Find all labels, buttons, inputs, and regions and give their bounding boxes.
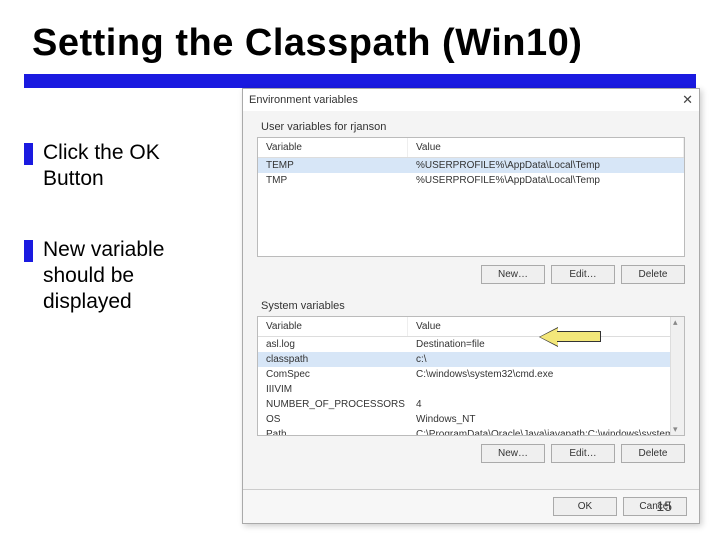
table-row[interactable]: TEMP %USERPROFILE%\AppData\Local\Temp <box>258 158 684 173</box>
scrollbar[interactable] <box>670 317 684 435</box>
table-row[interactable]: ComSpec C:\windows\system32\cmd.exe <box>258 367 684 382</box>
cancel-button[interactable]: Cancel <box>623 497 687 516</box>
col-variable[interactable]: Variable <box>258 317 408 336</box>
edit-button[interactable]: Edit… <box>551 265 615 284</box>
table-row[interactable]: classpath c:\ <box>258 352 684 367</box>
bullet-item: New variable should be displayed <box>24 237 224 316</box>
user-vars-table[interactable]: Variable Value TEMP %USERPROFILE%\AppDat… <box>257 137 685 257</box>
arrow-callout-icon <box>540 328 602 346</box>
table-header: Variable Value <box>258 138 684 158</box>
bullet-list: Click the OK Button New variable should … <box>24 140 224 359</box>
bullet-item: Click the OK Button <box>24 140 224 193</box>
close-icon[interactable]: ✕ <box>669 92 693 108</box>
table-row[interactable]: TMP %USERPROFILE%\AppData\Local\Temp <box>258 173 684 188</box>
dialog-title: Environment variables <box>249 94 358 106</box>
table-row[interactable]: OS Windows_NT <box>258 412 684 427</box>
table-row[interactable]: Path C:\ProgramData\Oracle\Java\javapath… <box>258 427 684 436</box>
slide-title: Setting the Classpath (Win10) <box>32 22 582 65</box>
table-row[interactable]: asl.log Destination=file <box>258 337 684 352</box>
bullet-mark-icon <box>24 143 33 165</box>
delete-button[interactable]: Delete <box>621 265 685 284</box>
edit-button[interactable]: Edit… <box>551 444 615 463</box>
title-part2: (Win10) <box>431 22 582 64</box>
dialog-titlebar: Environment variables ✕ <box>243 89 699 111</box>
title-part1: Setting the Classpath <box>32 22 431 64</box>
env-vars-dialog: Environment variables ✕ User variables f… <box>242 88 700 524</box>
new-button[interactable]: New… <box>481 265 545 284</box>
col-value[interactable]: Value <box>408 138 684 157</box>
bullet-text: New variable should be displayed <box>43 237 224 316</box>
delete-button[interactable]: Delete <box>621 444 685 463</box>
table-header: Variable Value <box>258 317 684 337</box>
col-variable[interactable]: Variable <box>258 138 408 157</box>
bullet-text: Click the OK Button <box>43 140 224 193</box>
page-number: 15 <box>656 498 672 514</box>
system-vars-table[interactable]: Variable Value asl.log Destination=file … <box>257 316 685 436</box>
ok-button[interactable]: OK <box>553 497 617 516</box>
new-button[interactable]: New… <box>481 444 545 463</box>
user-vars-label: User variables for rjanson <box>243 111 699 137</box>
system-buttons-row: New… Edit… Delete <box>243 444 685 463</box>
table-row[interactable]: NUMBER_OF_PROCESSORS 4 <box>258 397 684 412</box>
dialog-bottom-bar: OK Cancel <box>243 489 699 523</box>
user-buttons-row: New… Edit… Delete <box>243 265 685 284</box>
system-vars-label: System variables <box>243 290 699 316</box>
bullet-mark-icon <box>24 240 33 262</box>
title-underline <box>24 74 696 88</box>
table-row[interactable]: IIIVIM <box>258 382 684 397</box>
